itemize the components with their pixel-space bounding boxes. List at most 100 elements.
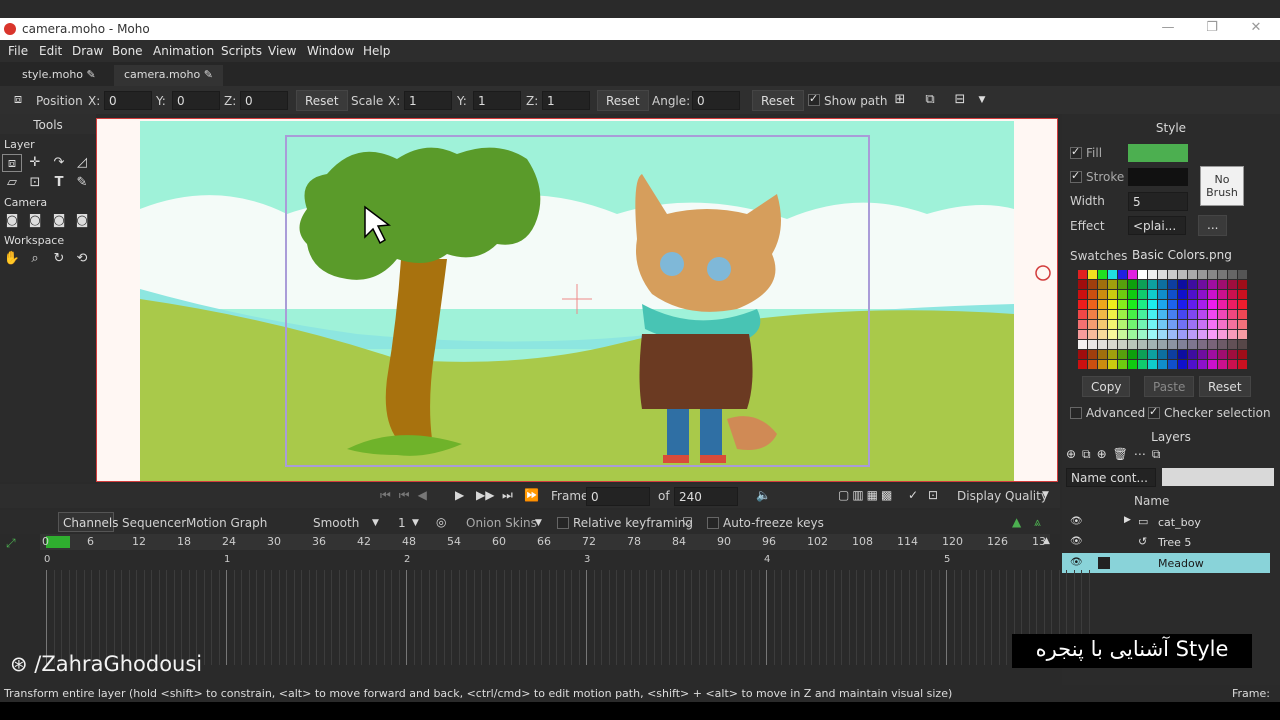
color-swatch[interactable] bbox=[1138, 360, 1147, 369]
color-swatch[interactable] bbox=[1168, 350, 1177, 359]
color-swatch[interactable] bbox=[1218, 290, 1227, 299]
color-swatch[interactable] bbox=[1208, 280, 1217, 289]
color-swatch[interactable] bbox=[1228, 340, 1237, 349]
shield-icon[interactable]: ⛉ bbox=[683, 515, 692, 530]
timeline-ruler[interactable]: 0 6 12 18 24 30 36 42 48 54 60 66 72 78 84 90 96 102 108 11… bbox=[40, 534, 1050, 550]
color-swatch[interactable] bbox=[1208, 330, 1217, 339]
copy-style-button[interactable]: Copy bbox=[1082, 376, 1131, 397]
color-swatch[interactable] bbox=[1138, 340, 1147, 349]
color-swatch[interactable] bbox=[1178, 310, 1187, 319]
color-swatch[interactable] bbox=[1118, 280, 1127, 289]
color-swatch[interactable] bbox=[1098, 310, 1107, 319]
color-swatch[interactable] bbox=[1198, 350, 1207, 359]
eyedropper-tool-icon[interactable]: ✎ bbox=[72, 174, 92, 192]
color-swatch[interactable] bbox=[1148, 360, 1157, 369]
zoom-tool-icon[interactable]: ⌕ bbox=[25, 250, 45, 268]
color-swatch[interactable] bbox=[1178, 290, 1187, 299]
onion-skins-button[interactable]: Onion Skins bbox=[466, 516, 537, 530]
color-swatch[interactable] bbox=[1098, 320, 1107, 329]
tab-motion-graph[interactable]: Motion Graph bbox=[186, 516, 267, 530]
color-swatch[interactable] bbox=[1148, 330, 1157, 339]
color-swatch[interactable] bbox=[1228, 310, 1237, 319]
color-swatch[interactable] bbox=[1098, 330, 1107, 339]
scale-y-field[interactable]: 1 bbox=[473, 91, 521, 110]
color-swatch[interactable] bbox=[1128, 320, 1137, 329]
color-swatch[interactable] bbox=[1188, 340, 1197, 349]
color-swatch[interactable] bbox=[1158, 290, 1167, 299]
color-swatch[interactable] bbox=[1108, 300, 1117, 309]
copy-layer-icon[interactable]: ⧉ bbox=[920, 91, 940, 109]
reset-style-button[interactable]: Reset bbox=[1199, 376, 1251, 397]
color-swatch[interactable] bbox=[1188, 300, 1197, 309]
color-swatch[interactable] bbox=[1158, 330, 1167, 339]
color-swatch[interactable] bbox=[1138, 310, 1147, 319]
color-swatch[interactable] bbox=[1078, 340, 1087, 349]
brush-button[interactable]: No Brush bbox=[1200, 166, 1244, 206]
paste-style-button[interactable]: Paste bbox=[1144, 376, 1195, 397]
color-swatch[interactable] bbox=[1118, 360, 1127, 369]
display-quality-button[interactable]: Display Quality bbox=[957, 489, 1048, 503]
color-swatch[interactable] bbox=[1128, 350, 1137, 359]
color-swatch[interactable] bbox=[1228, 360, 1237, 369]
color-swatch[interactable] bbox=[1198, 290, 1207, 299]
color-swatch[interactable] bbox=[1168, 270, 1177, 279]
color-swatch[interactable] bbox=[1078, 320, 1087, 329]
color-swatch[interactable] bbox=[1108, 340, 1117, 349]
end-icon[interactable]: ⏭ bbox=[502, 488, 513, 503]
menu-bone[interactable]: Bone bbox=[112, 44, 143, 58]
color-swatch[interactable] bbox=[1178, 340, 1187, 349]
position-reset-button[interactable]: Reset bbox=[296, 90, 348, 111]
color-swatch[interactable] bbox=[1118, 310, 1127, 319]
zoom-camera-icon[interactable]: ◙ bbox=[25, 212, 45, 230]
layer-row-tree-5[interactable]: 👁 ↺ Tree 5 bbox=[1062, 532, 1270, 552]
color-swatch[interactable] bbox=[1238, 330, 1247, 339]
color-swatch[interactable] bbox=[1158, 310, 1167, 319]
color-swatch[interactable] bbox=[1168, 280, 1177, 289]
interpolation-select[interactable]: Smooth bbox=[313, 516, 359, 530]
color-swatch[interactable] bbox=[1118, 340, 1127, 349]
hand-tool-icon[interactable]: ✋ bbox=[2, 250, 22, 268]
color-swatch[interactable] bbox=[1168, 290, 1177, 299]
color-swatch[interactable] bbox=[1198, 310, 1207, 319]
checkmark-icon[interactable]: ✓ bbox=[908, 488, 918, 502]
color-swatch[interactable] bbox=[1188, 330, 1197, 339]
color-swatch[interactable] bbox=[1148, 280, 1157, 289]
color-swatch[interactable] bbox=[1188, 290, 1197, 299]
canvas-stage[interactable] bbox=[96, 118, 1058, 482]
scale-layer-tool-icon[interactable]: ▱ bbox=[2, 174, 22, 192]
color-swatch[interactable] bbox=[1138, 300, 1147, 309]
color-swatch[interactable] bbox=[1178, 300, 1187, 309]
color-swatch[interactable] bbox=[1228, 300, 1237, 309]
color-swatch[interactable] bbox=[1088, 350, 1097, 359]
color-swatch[interactable] bbox=[1198, 320, 1207, 329]
orbit-workspace-icon[interactable]: ⟲ bbox=[72, 250, 92, 268]
volume-icon[interactable]: 🔈 bbox=[756, 488, 771, 502]
color-swatch[interactable] bbox=[1088, 360, 1097, 369]
color-swatch[interactable] bbox=[1098, 360, 1107, 369]
color-swatch[interactable] bbox=[1178, 360, 1187, 369]
frame-layer-icon[interactable]: ⊞ bbox=[890, 91, 910, 109]
color-swatch[interactable] bbox=[1078, 360, 1087, 369]
color-swatch[interactable] bbox=[1118, 270, 1127, 279]
color-swatch[interactable] bbox=[1108, 280, 1117, 289]
pan-tilt-camera-icon[interactable]: ◙ bbox=[72, 212, 92, 230]
transform-layer-icon[interactable]: ⧈ bbox=[8, 91, 28, 109]
color-swatch[interactable] bbox=[1218, 270, 1227, 279]
color-swatch[interactable] bbox=[1158, 280, 1167, 289]
color-swatch[interactable] bbox=[1218, 360, 1227, 369]
swatch-grid[interactable] bbox=[1078, 270, 1248, 372]
color-swatch[interactable] bbox=[1138, 290, 1147, 299]
color-swatch[interactable] bbox=[1088, 340, 1097, 349]
color-swatch[interactable] bbox=[1178, 280, 1187, 289]
color-swatch[interactable] bbox=[1108, 320, 1117, 329]
effect-select[interactable]: <plai... bbox=[1128, 216, 1186, 235]
color-swatch[interactable] bbox=[1178, 350, 1187, 359]
color-swatch[interactable] bbox=[1088, 280, 1097, 289]
eye-icon[interactable]: 👁 bbox=[1070, 536, 1084, 548]
layer-filter-select[interactable]: Name cont... bbox=[1066, 468, 1156, 487]
angle-field[interactable]: 0 bbox=[692, 91, 740, 110]
color-swatch[interactable] bbox=[1118, 330, 1127, 339]
color-swatch[interactable] bbox=[1108, 350, 1117, 359]
color-swatch[interactable] bbox=[1128, 360, 1137, 369]
frame-field[interactable]: 0 bbox=[586, 487, 650, 506]
